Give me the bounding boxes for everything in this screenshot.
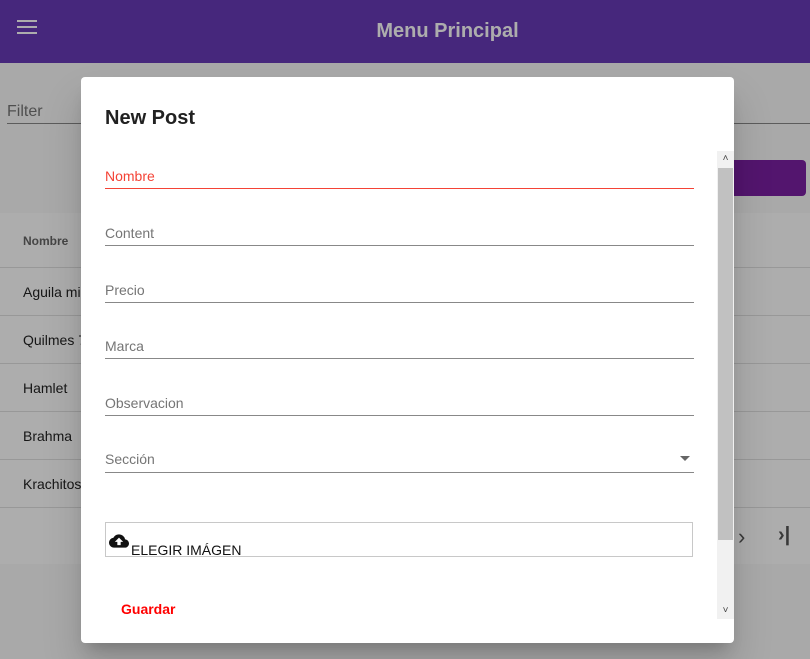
seccion-select[interactable]: Sección xyxy=(105,432,694,473)
content-field xyxy=(105,206,694,246)
upload-label: ELEGIR IMÁGEN xyxy=(131,542,242,558)
upload-image-button[interactable]: ELEGIR IMÁGEN xyxy=(105,522,693,558)
scrollbar-thumb[interactable] xyxy=(718,168,733,540)
seccion-label: Sección xyxy=(105,451,155,467)
dialog-title: New Post xyxy=(105,107,196,129)
scroll-up-icon[interactable]: ˄ xyxy=(717,151,734,167)
cloud-upload-icon xyxy=(109,534,129,548)
content-input[interactable] xyxy=(105,206,694,246)
precio-input[interactable] xyxy=(105,263,694,303)
dialog-scrollbar[interactable]: ˄ ˅ xyxy=(717,151,734,619)
precio-field xyxy=(105,263,694,303)
observacion-input[interactable] xyxy=(105,376,694,416)
new-post-dialog: New Post Sección ELEGIR IMÁGEN Guardar ˄… xyxy=(81,77,734,643)
observacion-field xyxy=(105,376,694,416)
nombre-field xyxy=(105,149,694,189)
scroll-down-icon[interactable]: ˅ xyxy=(717,603,734,619)
dropdown-arrow-icon xyxy=(680,456,690,461)
marca-field xyxy=(105,319,694,359)
marca-input[interactable] xyxy=(105,319,694,359)
save-button[interactable]: Guardar xyxy=(105,596,191,621)
nombre-input[interactable] xyxy=(105,149,694,189)
